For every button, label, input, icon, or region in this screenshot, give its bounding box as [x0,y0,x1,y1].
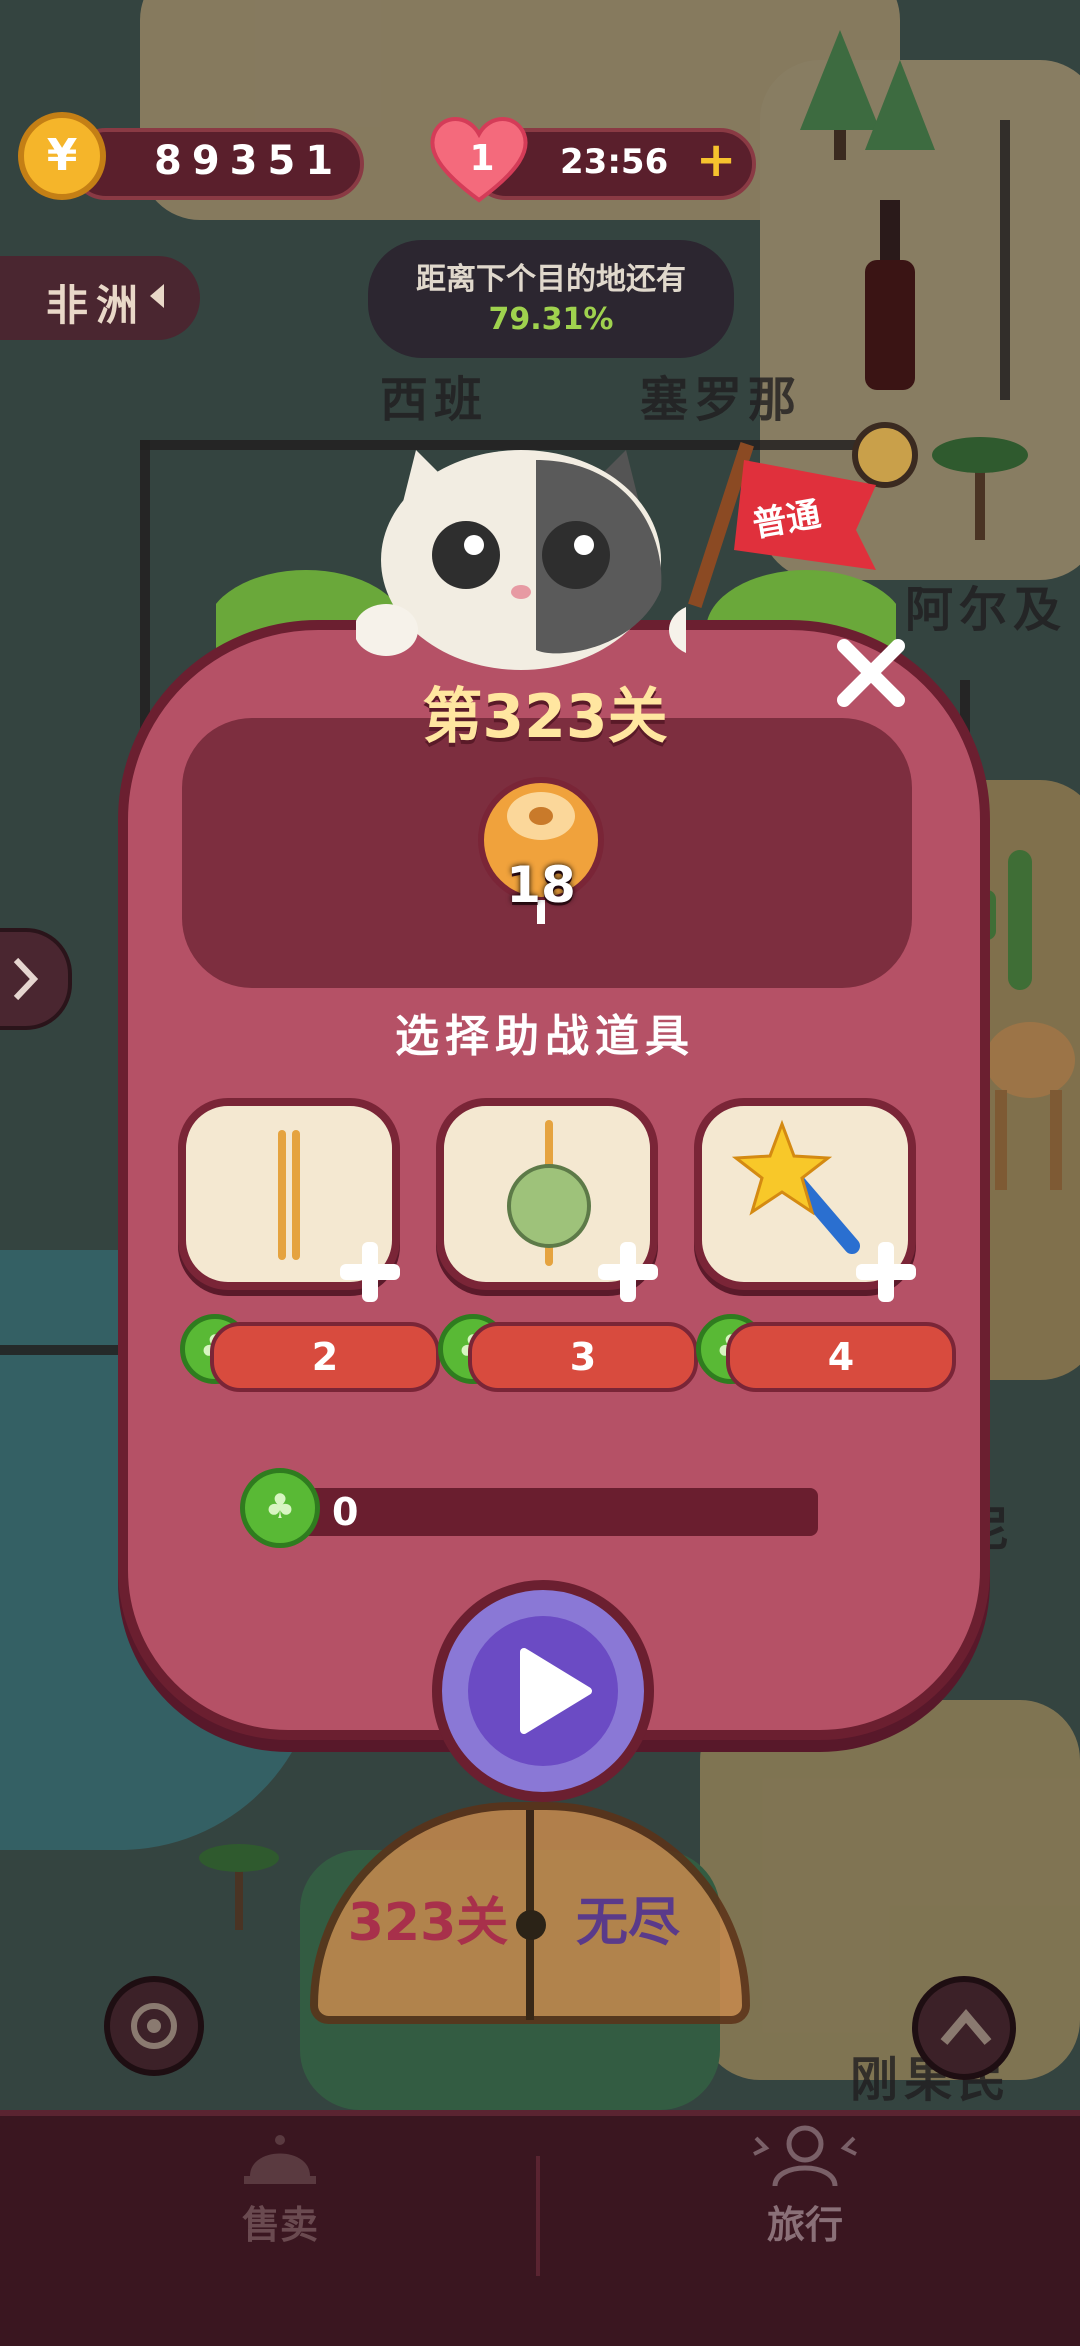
lives-count: 1 [469,138,495,179]
region-label: 非洲 [46,281,147,330]
plus-icon-1[interactable] [334,1236,406,1308]
booster-cost-2: 3 [468,1322,698,1392]
tab-travel-label: 旅行 [766,2203,843,2247]
scroll-up-button[interactable] [912,1976,1016,2080]
traveler-icon [753,2125,857,2187]
palm-tree-icon-2 [199,1844,279,1930]
meatball-skewer-icon [507,1120,591,1266]
booster-title: 选择助战道具 [395,1011,695,1062]
level-title: 第323关 [422,682,668,752]
close-button[interactable] [828,630,914,716]
tab-travel[interactable]: 旅行 [740,2122,870,2252]
palm-tree-icon [932,437,1028,540]
mode-endless-button[interactable]: 无尽 [548,1880,708,1955]
chevron-left-icon [150,284,164,308]
progress-percent: 79.31% [488,302,614,337]
chevron-right-icon [13,957,39,1001]
clover-coin-icon-total: ♣ [240,1468,320,1548]
bottom-tab-bar [0,2110,1080,2346]
chevron-up-icon [940,2009,992,2045]
play-icon [520,1648,592,1734]
region-button[interactable]: 非洲 [0,256,200,340]
locate-button[interactable] [104,1976,204,2076]
tree-icon [800,30,935,160]
coin-icon: ¥ [18,112,106,200]
crosshair-icon [131,2003,177,2049]
add-lives-button[interactable]: + [696,132,736,188]
booster-cost-1: 2 [210,1322,440,1392]
coin-balance: 89351 [70,128,364,200]
mode-level-button[interactable]: 323关 [338,1880,518,1955]
target-count: 18 [506,856,576,914]
chopstick-icon [278,1130,300,1260]
service-bell-icon [244,2135,316,2184]
lives-timer: 23:56 [560,142,669,182]
close-icon [837,639,905,707]
cat-mascot-icon [356,450,686,670]
booster-cost-3: 4 [726,1322,956,1392]
booster-total-bar: 0 [282,1488,818,1536]
play-button[interactable] [432,1580,654,1802]
plus-icon-3[interactable] [850,1236,922,1308]
progress-caption: 距离下个目的地还有 [416,262,686,297]
plus-icon-2[interactable] [592,1236,664,1308]
booster-total: 0 [332,1490,359,1534]
wine-bottle-icon [865,200,915,390]
destination-progress: 距离下个目的地还有 79.31% [368,240,734,358]
tab-sell[interactable]: 售卖 [220,2122,340,2252]
coin-count: 89351 [154,138,344,184]
tab-sell-label: 售卖 [241,2203,318,2247]
